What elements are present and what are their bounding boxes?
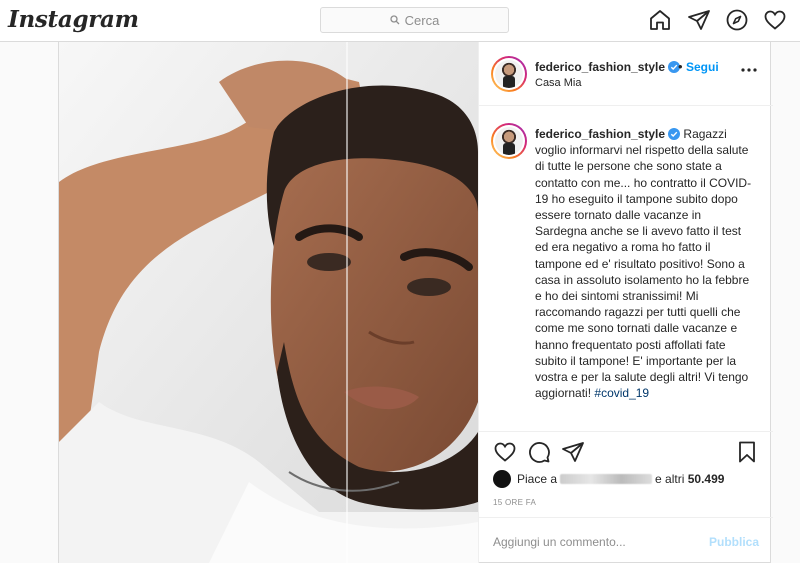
home-icon[interactable] — [648, 8, 672, 32]
add-comment-bar: Aggiungi un commento... Pubblica — [479, 517, 773, 563]
search-icon — [390, 15, 400, 25]
author-username[interactable]: federico_fashion_style — [535, 60, 681, 74]
top-navbar: Instagram Cerca — [0, 0, 800, 42]
likes-prefix: Piace a — [517, 472, 558, 486]
comment-icon[interactable] — [527, 440, 551, 464]
likes-count[interactable]: 50.499 — [688, 472, 725, 486]
liker-avatar[interactable] — [493, 470, 511, 488]
caption-avatar[interactable] — [491, 123, 527, 159]
caption-area: federico_fashion_style Ragazzi voglio in… — [479, 106, 773, 432]
likes-suffix: e altri — [655, 472, 685, 486]
post-modal: federico_fashion_style • Segui Casa Mia … — [58, 42, 773, 563]
post-photo[interactable] — [59, 42, 478, 563]
like-icon[interactable] — [493, 440, 517, 464]
separator-dot: • — [678, 59, 683, 74]
share-icon[interactable] — [561, 440, 585, 464]
publish-button[interactable]: Pubblica — [709, 535, 759, 549]
verified-badge-icon — [668, 128, 681, 140]
search-placeholder: Cerca — [404, 12, 440, 28]
post-time-ago[interactable]: 15 ORE FA — [493, 498, 536, 507]
caption-text: Ragazzi voglio informarvi nel rispetto d… — [535, 127, 752, 401]
search-box[interactable]: Cerca — [320, 7, 509, 33]
hashtag-link[interactable]: #covid_19 — [594, 386, 649, 400]
likes-summary[interactable]: Piace a e altri 50.499 — [493, 468, 763, 490]
username-text[interactable]: federico_fashion_style — [535, 60, 665, 74]
more-options-icon[interactable] — [741, 67, 757, 73]
follow-button[interactable]: Segui — [686, 60, 719, 74]
redacted-username — [560, 474, 653, 484]
explore-icon[interactable] — [725, 8, 749, 32]
activity-icon[interactable] — [763, 8, 787, 32]
post-sidebar: federico_fashion_style • Segui Casa Mia … — [478, 42, 773, 563]
post-caption: federico_fashion_style Ragazzi voglio in… — [535, 126, 755, 401]
save-bookmark-icon[interactable] — [735, 440, 759, 464]
caption-username[interactable]: federico_fashion_style — [535, 127, 665, 141]
post-header: federico_fashion_style • Segui Casa Mia — [479, 42, 773, 106]
direct-icon[interactable] — [687, 8, 711, 32]
instagram-logo[interactable]: Instagram — [8, 6, 139, 33]
author-avatar[interactable] — [491, 56, 527, 92]
post-location[interactable]: Casa Mia — [535, 77, 581, 89]
comment-input[interactable]: Aggiungi un commento... — [493, 535, 626, 549]
